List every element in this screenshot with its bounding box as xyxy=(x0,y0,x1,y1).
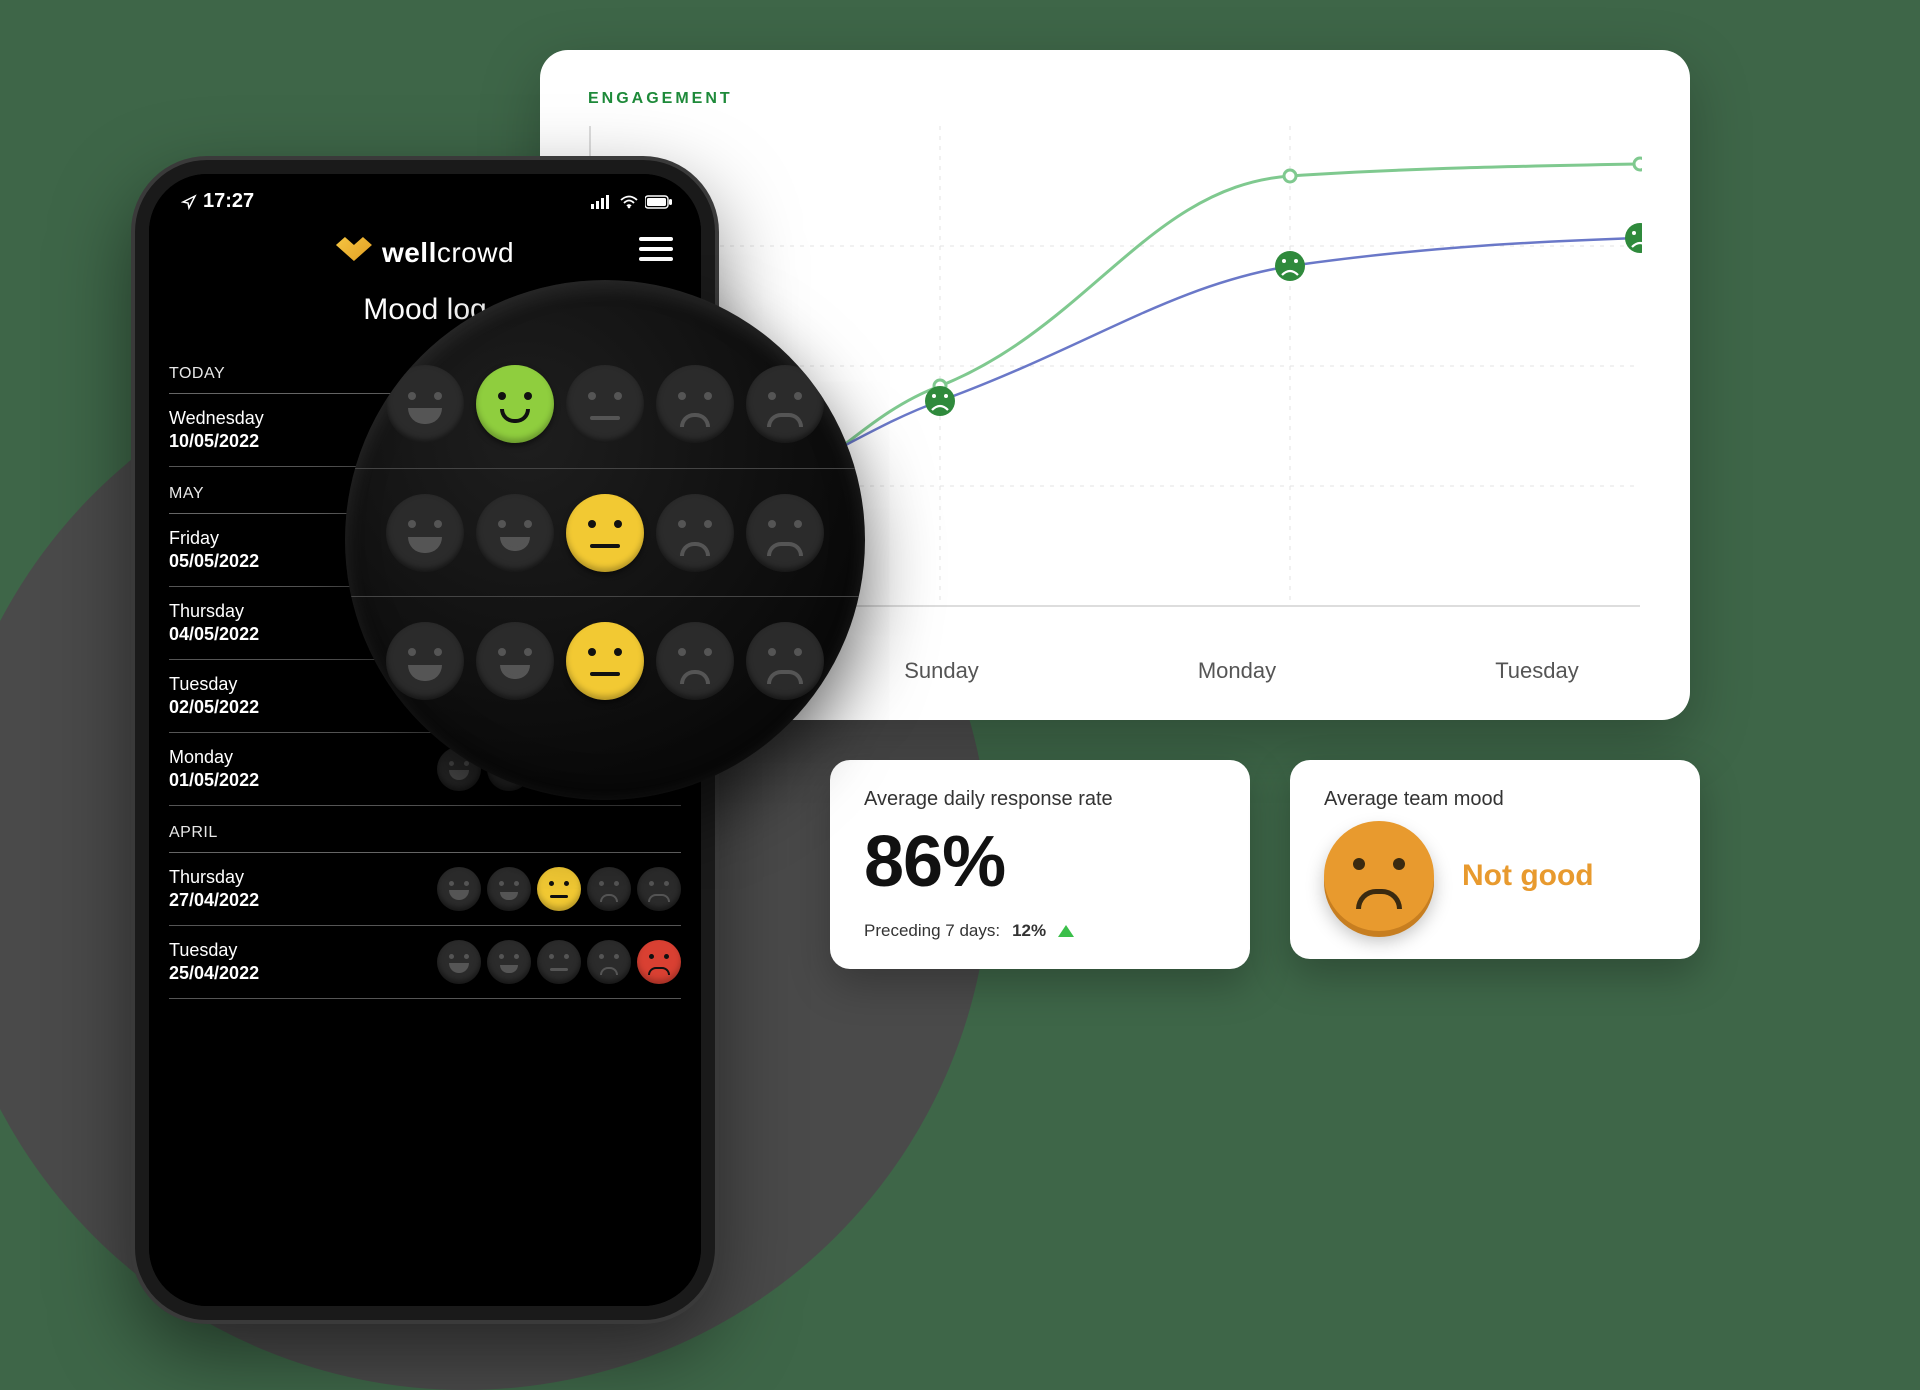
mood-face-option[interactable] xyxy=(587,940,631,984)
mood-face-option[interactable] xyxy=(656,622,734,700)
mood-face-option[interactable] xyxy=(437,867,481,911)
mood-face-option[interactable] xyxy=(746,365,824,443)
mood-face-option[interactable] xyxy=(656,494,734,572)
mood-face-option[interactable] xyxy=(476,365,554,443)
magnified-mood-row xyxy=(345,340,865,468)
logo-heart-icon xyxy=(336,237,372,269)
stat-label: Average daily response rate xyxy=(864,788,1216,811)
series-point xyxy=(1284,170,1296,182)
stat-sub-prefix: Preceding 7 days: xyxy=(864,921,1000,941)
log-date: Thursday27/04/2022 xyxy=(169,867,259,911)
mood-face-option[interactable] xyxy=(537,867,581,911)
mood-face-option[interactable] xyxy=(386,365,464,443)
stat-label: Average team mood xyxy=(1324,788,1666,811)
log-date: Tuesday25/04/2022 xyxy=(169,940,259,984)
mood-face-option[interactable] xyxy=(637,867,681,911)
log-date: Thursday04/05/2022 xyxy=(169,601,259,645)
magnifier-lens xyxy=(345,280,865,800)
mood-face-icon xyxy=(1324,821,1434,931)
trend-up-icon xyxy=(1058,925,1074,937)
mood-face-option[interactable] xyxy=(487,940,531,984)
log-date: Tuesday02/05/2022 xyxy=(169,674,259,718)
stat-sub-value: 12% xyxy=(1012,921,1046,941)
magnified-mood-row xyxy=(345,596,865,724)
mood-face-option[interactable] xyxy=(437,940,481,984)
mood-face-option[interactable] xyxy=(566,365,644,443)
mood-text: Not good xyxy=(1462,859,1594,893)
mood-face-option[interactable] xyxy=(386,494,464,572)
stat-value: 86% xyxy=(864,821,1216,903)
mood-face-option[interactable] xyxy=(537,940,581,984)
section-label: APRIL xyxy=(169,806,681,853)
wifi-icon xyxy=(619,195,639,209)
response-rate-card: Average daily response rate 86% Precedin… xyxy=(830,760,1250,969)
mood-marker-icon xyxy=(1275,251,1305,281)
app-logo[interactable]: wellcrowd xyxy=(336,237,514,269)
app-header: wellcrowd xyxy=(149,213,701,277)
log-date: Friday05/05/2022 xyxy=(169,528,259,572)
mood-face-option[interactable] xyxy=(746,494,824,572)
mood-face-option[interactable] xyxy=(656,365,734,443)
mood-face-option[interactable] xyxy=(487,867,531,911)
mood-face-option[interactable] xyxy=(637,940,681,984)
mood-face-option[interactable] xyxy=(566,494,644,572)
mood-marker-icon xyxy=(925,386,955,416)
mood-log-row[interactable]: Thursday27/04/2022 xyxy=(169,853,681,926)
mood-log-row[interactable]: Tuesday25/04/2022 xyxy=(169,926,681,999)
mood-selector[interactable] xyxy=(437,940,681,984)
x-tick: Sunday xyxy=(904,658,979,684)
mood-face-option[interactable] xyxy=(476,494,554,572)
mood-face-option[interactable] xyxy=(386,622,464,700)
series-point xyxy=(1634,158,1642,170)
mood-face-option[interactable] xyxy=(587,867,631,911)
signal-icon xyxy=(591,195,613,209)
mood-face-option[interactable] xyxy=(746,622,824,700)
logo-text: wellcrowd xyxy=(382,237,514,269)
log-date: Monday01/05/2022 xyxy=(169,747,259,791)
x-tick: Tuesday xyxy=(1495,658,1579,684)
mood-marker-icon xyxy=(1625,223,1642,253)
mood-face-option[interactable] xyxy=(476,622,554,700)
status-time: 17:27 xyxy=(203,190,254,213)
stat-subtext: Preceding 7 days: 12% xyxy=(864,921,1216,941)
chart-title: ENGAGEMENT xyxy=(588,90,1642,108)
mood-selector[interactable] xyxy=(437,867,681,911)
team-mood-card: Average team mood Not good xyxy=(1290,760,1700,959)
magnified-mood-row xyxy=(345,468,865,596)
log-date: Wednesday10/05/2022 xyxy=(169,408,264,452)
mood-face-option[interactable] xyxy=(566,622,644,700)
battery-icon xyxy=(645,195,673,209)
phone-notch xyxy=(305,174,545,214)
hamburger-menu-button[interactable] xyxy=(639,237,673,261)
location-icon xyxy=(181,194,197,210)
x-tick: Monday xyxy=(1198,658,1276,684)
